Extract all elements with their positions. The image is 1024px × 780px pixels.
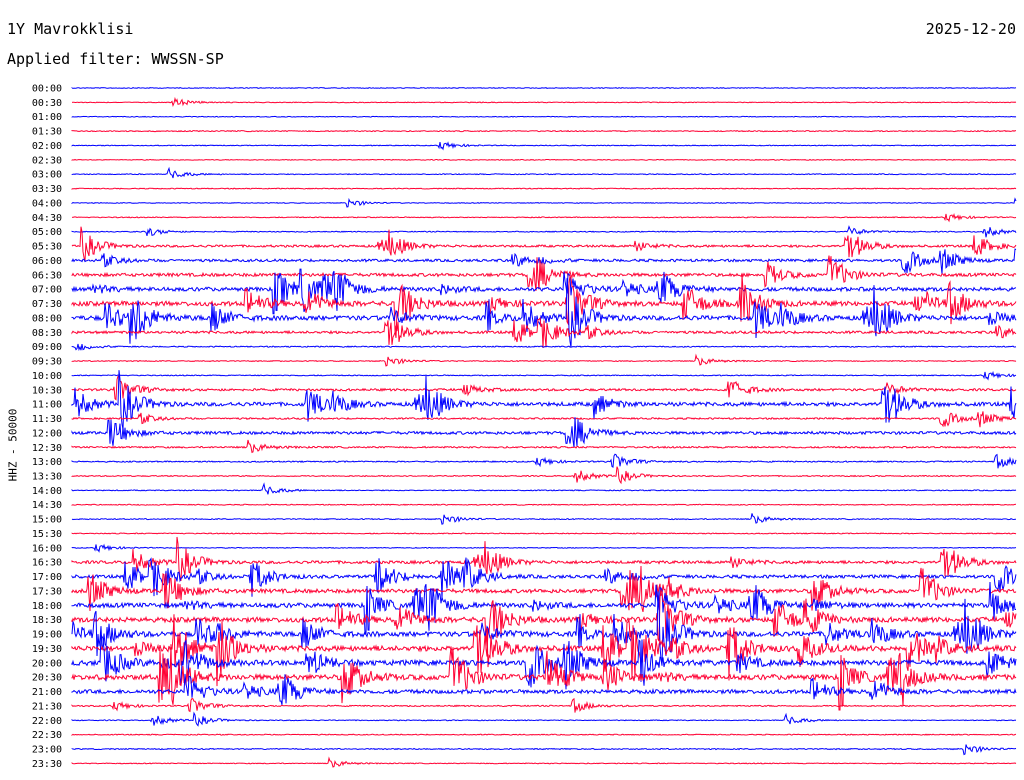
row-time-label: 22:30: [32, 730, 62, 741]
row-time-label: 05:00: [32, 227, 62, 238]
row-time-label: 09:00: [32, 342, 62, 353]
row-time-label: 11:00: [32, 400, 62, 411]
trace-row: [71, 733, 1017, 737]
row-time-label: 09:30: [32, 357, 62, 368]
row-time-label: 20:30: [32, 673, 62, 684]
row-time-label: 12:00: [32, 428, 62, 439]
trace-row: [71, 353, 1017, 367]
row-time-label: 10:30: [32, 385, 62, 396]
row-time-label: 15:30: [32, 529, 62, 540]
trace-row: [71, 536, 1017, 582]
trace-row: [71, 756, 1017, 768]
trace-row: [71, 453, 1017, 469]
row-time-label: 22:00: [32, 716, 62, 727]
trace-row: [71, 614, 1017, 687]
row-time-label: 19:30: [32, 644, 62, 655]
row-time-label: 14:00: [32, 486, 62, 497]
row-time-label: 15:00: [32, 515, 62, 526]
trace-row: [71, 370, 1017, 381]
row-time-label: 08:30: [32, 328, 62, 339]
row-time-label: 13:00: [32, 457, 62, 468]
trace-row: [71, 370, 1017, 430]
row-time-label: 08:00: [32, 313, 62, 324]
trace-row: [71, 417, 1017, 448]
row-time-label: 04:30: [32, 213, 62, 224]
trace-row: [71, 375, 1017, 401]
trace-row: [71, 503, 1017, 506]
row-time-label: 05:30: [32, 242, 62, 253]
trace-row: [71, 711, 1017, 727]
trace-row: [71, 581, 1016, 635]
row-time-label: 02:30: [32, 155, 62, 166]
row-time-label: 23:00: [32, 745, 62, 756]
row-time-label: 16:30: [32, 558, 62, 569]
row-time-label: 19:00: [32, 630, 62, 641]
row-time-label: 06:00: [32, 256, 62, 267]
trace-row: [71, 697, 1017, 713]
trace-row: [71, 197, 1017, 208]
trace-row: [71, 588, 1017, 657]
trace-row: [71, 343, 1017, 352]
trace-row: [71, 411, 1017, 428]
row-time-label: 23:30: [32, 759, 62, 770]
trace-row: [71, 466, 1017, 485]
row-time-label: 00:00: [32, 84, 62, 95]
row-time-label: 02:00: [32, 141, 62, 152]
trace-row: [71, 141, 1017, 151]
row-time-label: 01:00: [32, 112, 62, 123]
trace-row: [71, 591, 1017, 666]
row-time-label: 03:30: [32, 184, 62, 195]
trace-row: [71, 439, 1017, 454]
trace-row: [71, 158, 1017, 161]
row-time-label: 21:30: [32, 701, 62, 712]
trace-row: [71, 86, 1017, 90]
trace-row: [71, 744, 1017, 756]
row-time-label: 21:00: [32, 687, 62, 698]
trace-row: [71, 96, 1017, 107]
trace-row: [71, 543, 1017, 553]
row-time-label: 18:30: [32, 615, 62, 626]
row-time-label: 13:30: [32, 471, 62, 482]
trace-row: [71, 482, 1017, 495]
trace-row: [71, 115, 1017, 118]
row-time-label: 14:30: [32, 500, 62, 511]
row-time-label: 07:30: [32, 299, 62, 310]
row-time-label: 03:00: [32, 170, 62, 181]
row-time-label: 16:00: [32, 543, 62, 554]
row-time-label: 12:30: [32, 443, 62, 454]
trace-row: [71, 513, 1016, 525]
row-time-label: 06:30: [32, 270, 62, 281]
row-time-label: 17:00: [32, 572, 62, 583]
row-time-label: 17:30: [32, 586, 62, 597]
trace-row: [71, 225, 1017, 238]
trace-row: [71, 212, 1017, 223]
row-time-label: 18:00: [32, 601, 62, 612]
row-time-label: 10:00: [32, 371, 62, 382]
row-time-label: 07:00: [32, 285, 62, 296]
row-time-label: 04:00: [32, 198, 62, 209]
helicorder-plot: 00:00 00:30 01:00 01:30 02:00 02:30 03:00 03:30…: [32, 84, 1017, 770]
trace-row: [71, 187, 1017, 190]
row-time-label: 20:00: [32, 658, 62, 669]
trace-row: [71, 166, 1017, 179]
trace-row: [71, 532, 1017, 535]
trace-row: [71, 644, 1017, 711]
trace-row: [71, 129, 1017, 133]
row-time-label: 01:30: [32, 127, 62, 138]
row-time-label: 00:30: [32, 98, 62, 109]
row-time-label: 11:30: [32, 414, 62, 425]
